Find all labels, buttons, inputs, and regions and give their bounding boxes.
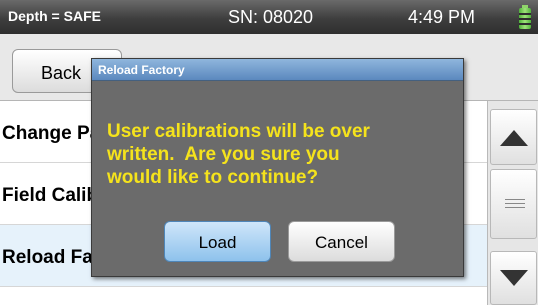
- battery-icon: [519, 5, 531, 29]
- dialog-message: User calibrations will be over written. …: [107, 120, 452, 189]
- scroll-down-button[interactable]: [490, 251, 537, 305]
- depth-status: Depth = SAFE: [8, 8, 101, 24]
- up-arrow-icon: [500, 130, 528, 146]
- status-bar: Depth = SAFE SN: 08020 4:49 PM: [0, 0, 538, 34]
- dialog-message-line: written. Are you sure you: [107, 144, 340, 165]
- serial-number: SN: 08020: [228, 7, 314, 27]
- scrollbar[interactable]: [487, 101, 538, 305]
- dialog-message-line: User calibrations will be over: [107, 121, 370, 142]
- dialog-message-line: would like to continue?: [107, 167, 319, 188]
- scroll-up-button[interactable]: [490, 109, 537, 165]
- scroll-thumb[interactable]: [490, 169, 537, 239]
- load-button[interactable]: Load: [164, 221, 271, 262]
- cancel-button[interactable]: Cancel: [288, 221, 395, 262]
- reload-factory-dialog: Reload Factory User calibrations will be…: [91, 58, 464, 277]
- dialog-title: Reload Factory: [92, 59, 463, 81]
- down-arrow-icon: [500, 270, 528, 286]
- clock: 4:49 PM: [408, 7, 476, 27]
